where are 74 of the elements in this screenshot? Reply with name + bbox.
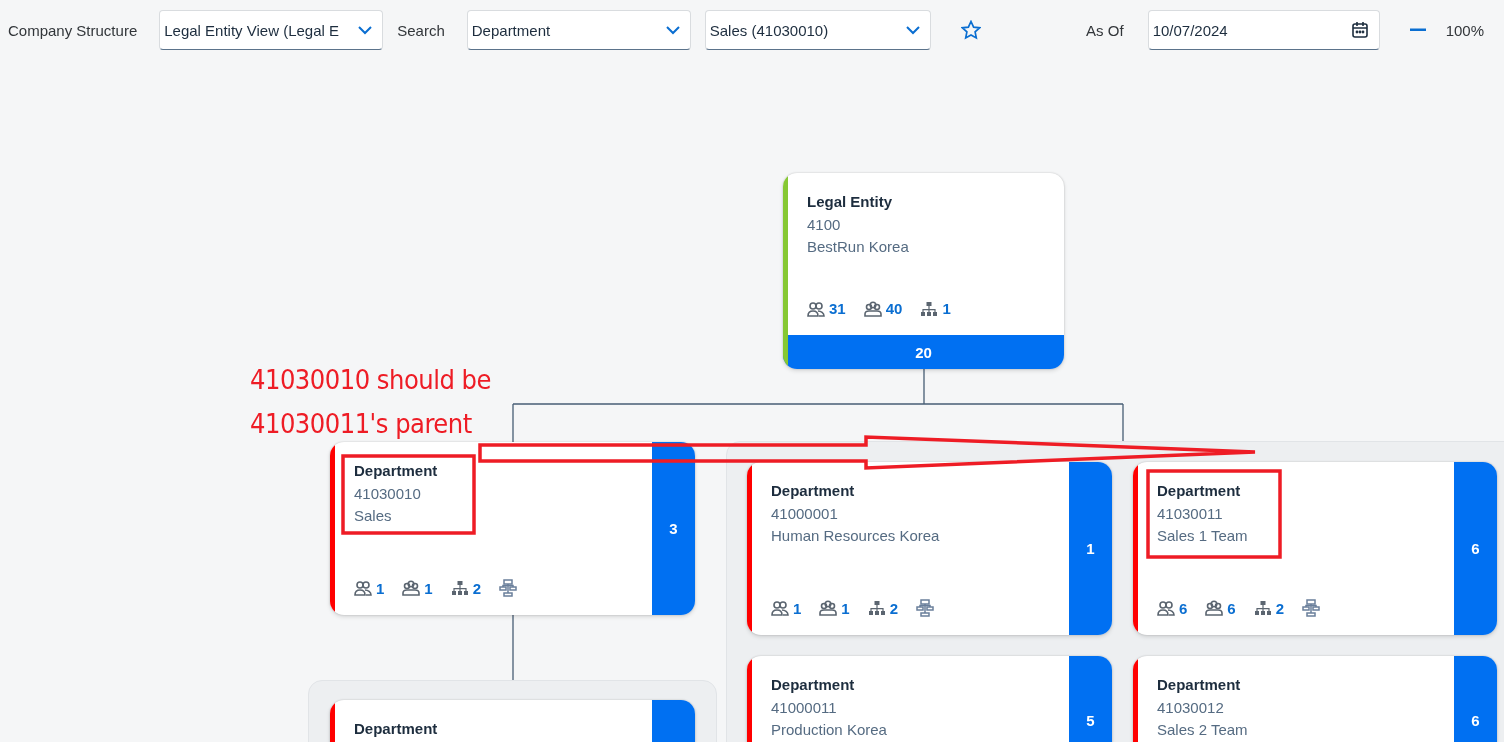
node-type: Department [354,720,439,737]
count-link[interactable]: 6 [1179,599,1188,617]
chevron-down-icon[interactable] [905,25,920,35]
annotation-text: 41030010 should be 41030011's parent [250,363,491,441]
people-icon [807,300,825,317]
org-chart-card[interactable]: Department 41000011 Production Korea 5 [747,656,1112,742]
field-label: Search [397,21,445,39]
node-type: Department [1157,482,1242,499]
org-chart-card[interactable]: Department 41000001 Human Resources Korea 1 1 2 1 [747,462,1112,635]
hierarchy-icon [1253,600,1272,616]
node-code: 41030011 [1157,505,1224,522]
count-link[interactable]: 1 [841,599,850,617]
node-name: Production Korea [771,721,888,738]
direct-reports-count[interactable]: 6 [1454,656,1497,742]
org-chart-card[interactable]: Legal Entity 4100 BestRun Korea 31 40 1 20 [783,173,1064,369]
field-label: As Of [1086,21,1124,39]
node-type: Department [771,676,856,693]
connector-line [512,614,514,681]
chevron-down-icon[interactable] [665,25,680,35]
node-name: Sales 1 Team [1157,527,1249,544]
org-structure-icon[interactable] [1302,599,1321,617]
count-link[interactable]: 6 [1227,599,1236,617]
org-structure-icon[interactable] [499,579,518,597]
node-code: 41030010 [354,485,422,502]
hierarchy-icon [920,300,939,317]
org-chart-card[interactable]: Department 41030012 Sales 2 Team 6 [1133,656,1497,742]
org-chart-card[interactable]: Department [330,700,695,742]
zoom-level: 100% [1445,21,1484,39]
count-link[interactable]: 2 [472,579,482,597]
count-link[interactable]: 1 [376,579,385,597]
node-type: Department [354,462,439,479]
group-icon [1205,600,1224,616]
people-icon [1157,600,1175,616]
node-name: Sales 2 Team [1157,721,1249,738]
node-type: Legal Entity [807,193,893,210]
people-icon [354,580,372,596]
count-link[interactable]: 40 [885,300,903,317]
count-link[interactable]: 1 [793,599,802,617]
count-link[interactable]: 1 [942,300,951,317]
direct-reports-count[interactable]: 3 [652,442,695,615]
search-value-dropdown[interactable]: Sales (41030010) [704,10,931,50]
chevron-down-icon[interactable] [358,25,373,35]
group-icon [863,300,882,317]
node-name: Sales [354,507,393,524]
node-type: Department [771,482,856,499]
org-chart-card[interactable]: Department 41030010 Sales 1 1 2 3 [330,442,695,615]
count-link[interactable]: 2 [889,599,899,617]
people-icon [771,600,789,616]
field-label: Company Structure [8,21,138,39]
direct-reports-count[interactable]: 5 [1069,656,1112,742]
org-structure-icon[interactable] [916,599,935,617]
hierarchy-icon [450,580,469,596]
direct-reports-count[interactable]: 1 [1069,462,1112,635]
group-icon [819,600,838,616]
node-name: BestRun Korea [807,238,910,255]
node-name: Human Resources Korea [771,527,941,544]
org-chart-card[interactable]: Department 41030011 Sales 1 Team 6 6 2 6 [1133,462,1497,635]
count-link[interactable]: 31 [829,300,846,317]
search-type-dropdown[interactable]: Department [466,10,691,50]
node-type: Department [1157,676,1242,693]
node-code: 41000001 [771,505,839,522]
count-link[interactable]: 2 [1275,599,1285,617]
node-code: 41000011 [771,699,838,716]
structure-dropdown[interactable]: Legal Entity View (Legal E [159,10,384,50]
zoom-out-icon[interactable] [1409,28,1426,32]
direct-reports-count[interactable]: 6 [1454,462,1497,635]
calendar-icon[interactable] [1350,21,1369,39]
node-code: 41030012 [1157,699,1225,716]
group-icon [402,580,421,596]
date-field[interactable]: 10/07/2024 [1147,10,1380,50]
favorite-star-icon[interactable] [960,20,981,40]
node-code: 4100 [807,216,842,233]
hierarchy-icon [867,600,886,616]
count-link[interactable]: 1 [424,579,433,597]
